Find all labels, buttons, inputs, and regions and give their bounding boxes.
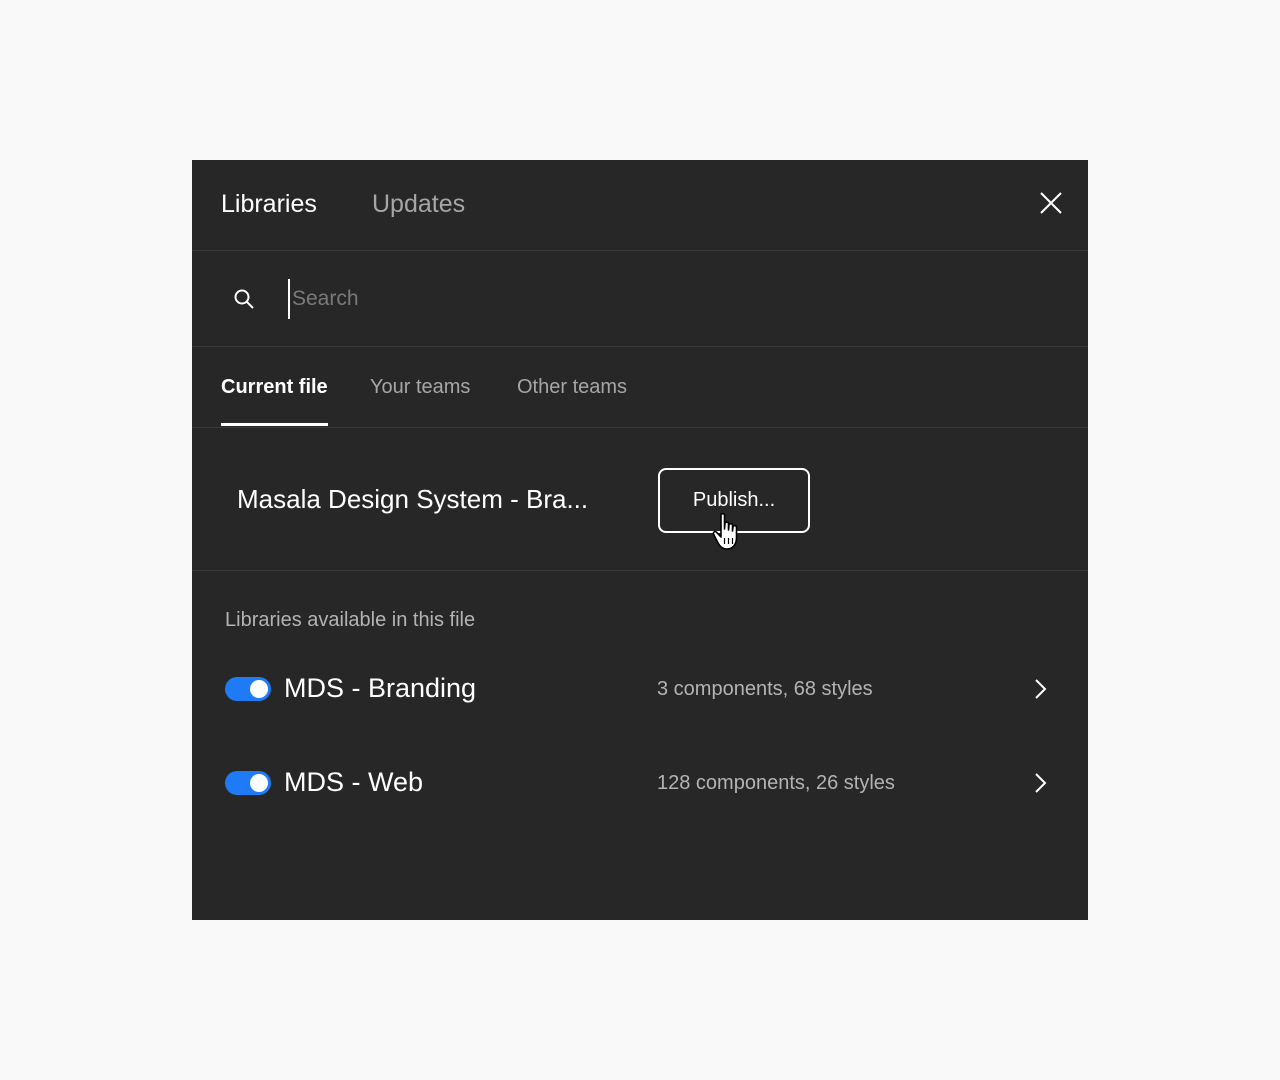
libraries-section-label: Libraries available in this file (225, 609, 476, 631)
tab-current-file[interactable]: Current file (221, 373, 328, 426)
close-button[interactable] (1036, 188, 1066, 218)
hand-cursor-icon (712, 512, 738, 550)
toggle-knob (250, 680, 268, 698)
library-meta: 3 components, 68 styles (657, 678, 873, 700)
panel-header: Libraries Updates (192, 160, 1088, 251)
library-row[interactable]: MDS - Branding 3 components, 68 styles (192, 657, 1088, 721)
tab-updates[interactable]: Updates (372, 188, 465, 220)
search-input[interactable] (288, 279, 1052, 319)
library-name: MDS - Branding (284, 673, 477, 703)
library-scope-tabs: Current file Your teams Other teams (192, 347, 1088, 428)
libraries-panel: Libraries Updates Current file Your team… (192, 160, 1088, 920)
library-toggle[interactable] (225, 677, 271, 701)
chevron-right-icon (1035, 773, 1047, 793)
search-bar (192, 251, 1088, 347)
library-meta: 128 components, 26 styles (657, 772, 895, 794)
toggle-knob (250, 774, 268, 792)
tab-other-teams[interactable]: Other teams (517, 373, 627, 401)
tab-your-teams[interactable]: Your teams (370, 373, 470, 401)
library-name: MDS - Web (284, 767, 424, 797)
library-row[interactable]: MDS - Web 128 components, 26 styles (192, 751, 1088, 815)
search-icon (234, 289, 254, 309)
current-file-section: Masala Design System - Bra... Publish... (192, 428, 1088, 571)
chevron-right-icon (1035, 679, 1047, 699)
current-file-name: Masala Design System - Bra... (237, 484, 589, 514)
tab-libraries[interactable]: Libraries (221, 188, 317, 220)
close-icon (1040, 192, 1062, 214)
library-toggle[interactable] (225, 771, 271, 795)
